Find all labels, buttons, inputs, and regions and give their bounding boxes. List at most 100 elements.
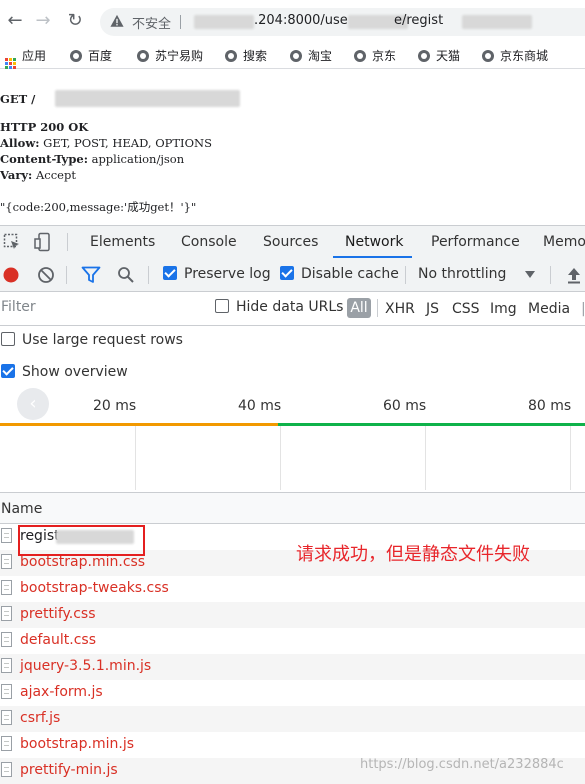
bookmark-apps[interactable]: 应用 (5, 47, 47, 69)
toolbar-divider (405, 266, 406, 284)
throttling-select[interactable]: No throttling (418, 266, 506, 282)
tab-memory[interactable]: Memo (543, 234, 585, 250)
clear-icon[interactable] (37, 266, 55, 284)
globe-icon (290, 50, 302, 62)
forward-button[interactable]: → (32, 10, 54, 32)
redacted-path-end (462, 15, 532, 29)
bookmark-jd[interactable]: 京东 (354, 47, 396, 65)
request-name: csrf.js (20, 710, 61, 726)
header-key: Vary: (0, 168, 33, 182)
file-icon (1, 554, 12, 569)
search-icon[interactable] (117, 266, 135, 284)
request-name: default.css (20, 632, 96, 648)
bookmark-label: 应用 (22, 49, 47, 63)
response-body: "{code:200,message:'成功get！'}" (0, 200, 197, 214)
hide-data-urls-label: Hide data URLs (236, 299, 344, 315)
tab-performance[interactable]: Performance (431, 234, 520, 250)
name-column-header[interactable]: Name (0, 493, 585, 524)
device-toolbar-icon[interactable] (34, 232, 54, 252)
highlight-box (18, 525, 145, 556)
bookmark-search[interactable]: 搜索 (225, 47, 267, 65)
bookmark-tmall[interactable]: 天猫 (418, 47, 460, 65)
request-row[interactable]: csrf.js (0, 706, 585, 732)
large-rows-checkbox[interactable]: Use large request rows (1, 332, 183, 348)
timeline-gridline (280, 426, 281, 490)
globe-icon (137, 50, 149, 62)
warning-icon[interactable] (110, 14, 124, 28)
tab-elements[interactable]: Elements (90, 234, 155, 250)
request-row[interactable]: prettify.css (0, 602, 585, 628)
file-icon (1, 606, 12, 621)
inspect-element-icon[interactable] (3, 233, 21, 251)
file-icon (1, 762, 12, 777)
request-row[interactable]: ajax-form.js (0, 680, 585, 706)
tab-sources[interactable]: Sources (263, 234, 318, 250)
show-overview-checkbox[interactable]: Show overview (1, 364, 128, 380)
tab-network[interactable]: Network (345, 234, 403, 250)
header-key: Allow: (0, 136, 40, 150)
network-toolbar: Preserve log Disable cache No throttling (0, 259, 585, 292)
file-icon (1, 632, 12, 647)
bookmark-baidu[interactable]: 百度 (70, 47, 112, 65)
request-name: ajax-form.js (20, 684, 103, 700)
globe-icon (225, 50, 237, 62)
timeline-tick: 80 ms (528, 398, 572, 414)
annotation-text: 请求成功，但是静态文件失败 (296, 544, 530, 565)
globe-icon (70, 50, 82, 62)
filter-divider (377, 299, 378, 317)
browser-toolbar: ← → ↻ 不安全 .204:8000/use e/regist (0, 0, 585, 44)
file-icon (1, 528, 12, 543)
chevron-left-icon[interactable]: ‹ (17, 388, 49, 420)
disable-cache-checkbox[interactable]: Disable cache (280, 266, 399, 282)
large-rows-option: Use large request rows (0, 326, 585, 356)
header-value: GET, POST, HEAD, OPTIONS (39, 136, 212, 150)
timeline-gridline (135, 426, 136, 490)
globe-icon (354, 50, 366, 62)
address-bar[interactable]: 不安全 .204:8000/use e/regist (100, 8, 585, 36)
devtools-tabbar: Elements Console Sources Network Perform… (0, 225, 585, 260)
header-value: application/json (87, 152, 185, 166)
request-name: bootstrap.min.css (20, 554, 146, 570)
bookmark-jd-mall[interactable]: 京东商城 (482, 47, 548, 65)
filter-type-xhr[interactable]: XHR (385, 301, 415, 317)
name-header-label: Name (1, 501, 43, 517)
request-row[interactable]: bootstrap-tweaks.css (0, 576, 585, 602)
filter-type-js[interactable]: JS (426, 301, 439, 317)
hide-data-urls-checkbox[interactable]: Hide data URLs (215, 299, 343, 315)
large-rows-label: Use large request rows (22, 332, 183, 348)
header-content-type: Content-Type: application/json (0, 152, 184, 166)
chevron-down-icon[interactable] (525, 271, 535, 279)
preserve-log-checkbox[interactable]: Preserve log (163, 266, 271, 282)
toolbar-divider (66, 266, 67, 284)
filter-type-media[interactable]: Media (528, 301, 570, 317)
import-har-icon[interactable] (566, 266, 582, 284)
bookmark-suning[interactable]: 苏宁易购 (137, 47, 203, 65)
tab-console[interactable]: Console (181, 234, 237, 250)
header-key: Content-Type: (0, 152, 88, 166)
filter-input[interactable] (0, 295, 201, 319)
header-vary: Vary: Accept (0, 168, 76, 182)
timeline-load-bar (278, 423, 585, 426)
request-name: prettify-min.js (20, 762, 118, 778)
back-button[interactable]: ← (4, 10, 26, 32)
filter-type-css[interactable]: CSS (452, 301, 480, 317)
bookmark-label: 苏宁易购 (155, 49, 204, 63)
reload-button[interactable]: ↻ (64, 10, 86, 32)
globe-icon (418, 50, 430, 62)
filter-type-all[interactable]: All (347, 298, 371, 318)
bookmark-taobao[interactable]: 淘宝 (290, 47, 332, 65)
filter-icon[interactable] (81, 266, 101, 284)
request-row[interactable]: jquery-3.5.1.min.js (0, 654, 585, 680)
redacted-request-path (55, 90, 240, 107)
redacted-host (194, 15, 254, 29)
file-icon (1, 580, 12, 595)
file-icon (1, 736, 12, 751)
record-icon[interactable] (2, 266, 20, 284)
preserve-log-label: Preserve log (184, 266, 271, 282)
request-row[interactable]: bootstrap.min.js (0, 732, 585, 758)
request-row[interactable]: default.css (0, 628, 585, 654)
bookmark-label: 天猫 (436, 49, 461, 63)
filter-type-img[interactable]: Img (490, 301, 517, 317)
timeline-domcontentloaded-bar (0, 423, 278, 426)
bookmarks-bar: 应用 百度 苏宁易购 搜索 淘宝 京东 天猫 京东商城 (0, 44, 585, 69)
